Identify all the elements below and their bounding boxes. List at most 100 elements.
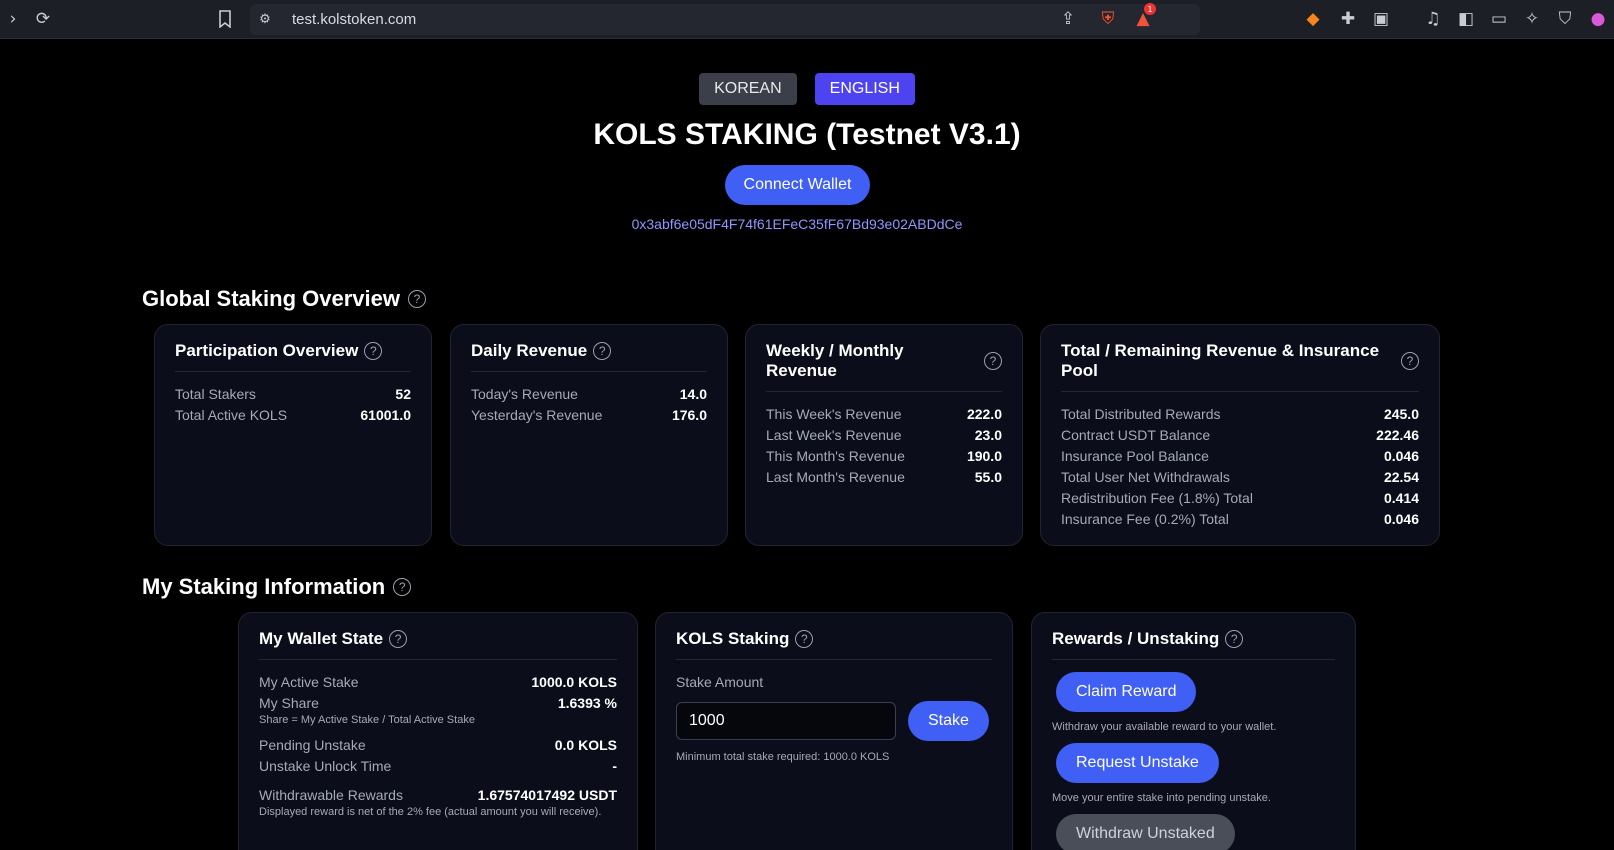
address-bar[interactable]: ⚙ test.kolstoken.com ⇪ ⛨ ▲ 1: [250, 3, 1200, 35]
total-remaining-title-line2: Pool: [1061, 361, 1098, 380]
stat-label: This Month's Revenue: [766, 448, 905, 464]
my-staking-heading: My Staking Information ?: [142, 574, 412, 600]
stat-row: Pending Unstake 0.0 KOLS: [259, 735, 617, 756]
brave-rewards-icon[interactable]: ▲ 1: [1130, 3, 1156, 32]
stat-label: Redistribution Fee (1.8%) Total: [1061, 490, 1253, 506]
help-icon[interactable]: ?: [984, 352, 1002, 370]
wallet-state-title: My Wallet State: [259, 629, 384, 648]
connect-wallet-button[interactable]: Connect Wallet: [725, 165, 870, 205]
help-icon[interactable]: ?: [393, 578, 412, 596]
stat-value: 245.0: [1383, 406, 1419, 422]
stat-row: Contract USDT Balance 222.46: [1061, 425, 1419, 446]
stat-row: Redistribution Fee (1.8%) Total 0.414: [1061, 488, 1419, 509]
profile-icon[interactable]: ●: [1585, 6, 1611, 32]
help-icon[interactable]: ?: [1401, 352, 1419, 370]
sidebar-icon[interactable]: ◧: [1453, 6, 1479, 32]
screenshot-icon[interactable]: ▣: [1368, 6, 1394, 32]
stake-amount-input[interactable]: [676, 702, 896, 740]
share-icon[interactable]: ⇪: [1055, 6, 1081, 32]
daily-revenue-header: Daily Revenue ?: [471, 341, 707, 372]
help-icon[interactable]: ?: [407, 290, 426, 308]
unlock-time-label: Unstake Unlock Time: [259, 758, 392, 774]
daily-revenue-card: Daily Revenue ? Today's Revenue 14.0 Yest…: [450, 324, 728, 546]
unstake-note: Move your entire stake into pending unst…: [1052, 792, 1271, 804]
fee-note: Displayed reward is net of the 2% fee (a…: [259, 806, 602, 818]
help-icon[interactable]: ?: [795, 630, 814, 648]
stat-value: 176.0: [671, 407, 707, 423]
help-icon[interactable]: ?: [593, 342, 612, 360]
stat-label: Insurance Fee (0.2%) Total: [1061, 511, 1229, 527]
stat-value: 22.54: [1383, 469, 1419, 485]
stat-row: Total Stakers 52: [175, 384, 411, 405]
leo-ai-icon[interactable]: ✧: [1519, 6, 1545, 32]
withdraw-unstaked-button[interactable]: Withdraw Unstaked: [1056, 814, 1235, 850]
wallet-state-header: My Wallet State ?: [259, 629, 617, 660]
stat-label: Last Month's Revenue: [766, 469, 905, 485]
request-unstake-button[interactable]: Request Unstake: [1056, 743, 1219, 783]
kols-staking-card: KOLS Staking ? Stake Amount Stake Minimu…: [655, 612, 1013, 850]
participation-card: Participation Overview ? Total Stakers 52…: [154, 324, 432, 546]
stat-value: 14.0: [679, 386, 707, 402]
stat-value: 190.0: [966, 448, 1002, 464]
stat-label: Total Distributed Rewards: [1061, 406, 1221, 422]
bookmark-icon[interactable]: [212, 6, 238, 32]
pending-unstake-value: 0.0 KOLS: [554, 737, 617, 753]
help-icon[interactable]: ?: [389, 630, 408, 648]
stat-value: 61001.0: [360, 407, 411, 423]
stat-row: Unstake Unlock Time -: [259, 756, 617, 777]
korean-button[interactable]: KOREAN: [699, 73, 797, 105]
stat-row: My Share 1.6393 %: [259, 693, 617, 714]
stat-row: This Month's Revenue 190.0: [766, 446, 1002, 467]
language-switch: KOREAN ENGLISH: [0, 73, 1614, 105]
english-button[interactable]: ENGLISH: [814, 73, 915, 105]
participation-title: Participation Overview: [175, 341, 359, 360]
extensions-icon[interactable]: ✚: [1335, 6, 1361, 32]
daily-revenue-title: Daily Revenue: [471, 341, 588, 360]
stake-input-row: Stake: [676, 701, 992, 741]
help-icon[interactable]: ?: [1225, 630, 1244, 648]
forward-icon[interactable]: ›: [0, 6, 26, 32]
metamask-icon[interactable]: ◆: [1300, 6, 1326, 32]
stat-value: 23.0: [974, 427, 1002, 443]
stat-row: Today's Revenue 14.0: [471, 384, 707, 405]
vpn-icon[interactable]: ⛉: [1552, 6, 1578, 32]
stat-row: My Active Stake 1000.0 KOLS: [259, 672, 617, 693]
total-remaining-title: Total / Remaining Revenue & Insurance Po…: [1061, 341, 1379, 381]
stat-value: 0.046: [1383, 448, 1419, 464]
media-icon[interactable]: ♫: [1420, 6, 1446, 32]
weekly-monthly-card: Weekly / Monthly Revenue ? This Week's R…: [745, 324, 1023, 546]
stat-row: Total Active KOLS 61001.0: [175, 405, 411, 426]
stat-label: Total Stakers: [175, 386, 256, 402]
help-icon[interactable]: ?: [364, 342, 383, 360]
withdrawable-label: Withdrawable Rewards: [259, 787, 403, 803]
kols-staking-title: KOLS Staking: [676, 629, 790, 648]
stat-value: 52: [395, 386, 411, 402]
site-settings-icon[interactable]: ⚙: [252, 6, 278, 32]
stake-button[interactable]: Stake: [908, 701, 989, 741]
stat-label: Contract USDT Balance: [1061, 427, 1211, 443]
wallet-icon[interactable]: ▭: [1486, 6, 1512, 32]
stat-label: This Week's Revenue: [766, 406, 902, 422]
stat-row: This Week's Revenue 222.0: [766, 404, 1002, 425]
share-note: Share = My Active Stake / Total Active S…: [259, 714, 475, 726]
kols-staking-header: KOLS Staking ?: [676, 629, 992, 660]
reload-icon[interactable]: ⟳: [30, 6, 56, 32]
stat-row: Total User Net Withdrawals 22.54: [1061, 467, 1419, 488]
share-value: 1.6393 %: [557, 695, 617, 711]
stat-value: 0.046: [1383, 511, 1419, 527]
browser-toolbar: › ⟳ ⚙ test.kolstoken.com ⇪ ⛨ ▲ 1 ◆ ✚ ▣ ♫ …: [0, 0, 1614, 39]
stat-label: Yesterday's Revenue: [471, 407, 603, 423]
pending-unstake-label: Pending Unstake: [259, 737, 366, 753]
url-text: test.kolstoken.com: [292, 11, 417, 28]
alert-badge: 1: [1144, 3, 1156, 15]
global-overview-heading: Global Staking Overview ?: [142, 286, 426, 312]
total-remaining-header: Total / Remaining Revenue & Insurance Po…: [1061, 341, 1419, 392]
claim-reward-button[interactable]: Claim Reward: [1056, 672, 1197, 712]
stat-row: Last Week's Revenue 23.0: [766, 425, 1002, 446]
stat-value: 222.46: [1376, 427, 1419, 443]
wallet-address: 0x3abf6e05dF4F74f61EFeC35fF67Bd93e02ABDd…: [631, 216, 963, 232]
brave-shield-icon[interactable]: ⛨: [1095, 6, 1121, 32]
withdrawable-value: 1.67574017492 USDT: [477, 787, 617, 803]
stat-label: Total User Net Withdrawals: [1061, 469, 1230, 485]
rewards-unstaking-header: Rewards / Unstaking ?: [1052, 629, 1335, 660]
